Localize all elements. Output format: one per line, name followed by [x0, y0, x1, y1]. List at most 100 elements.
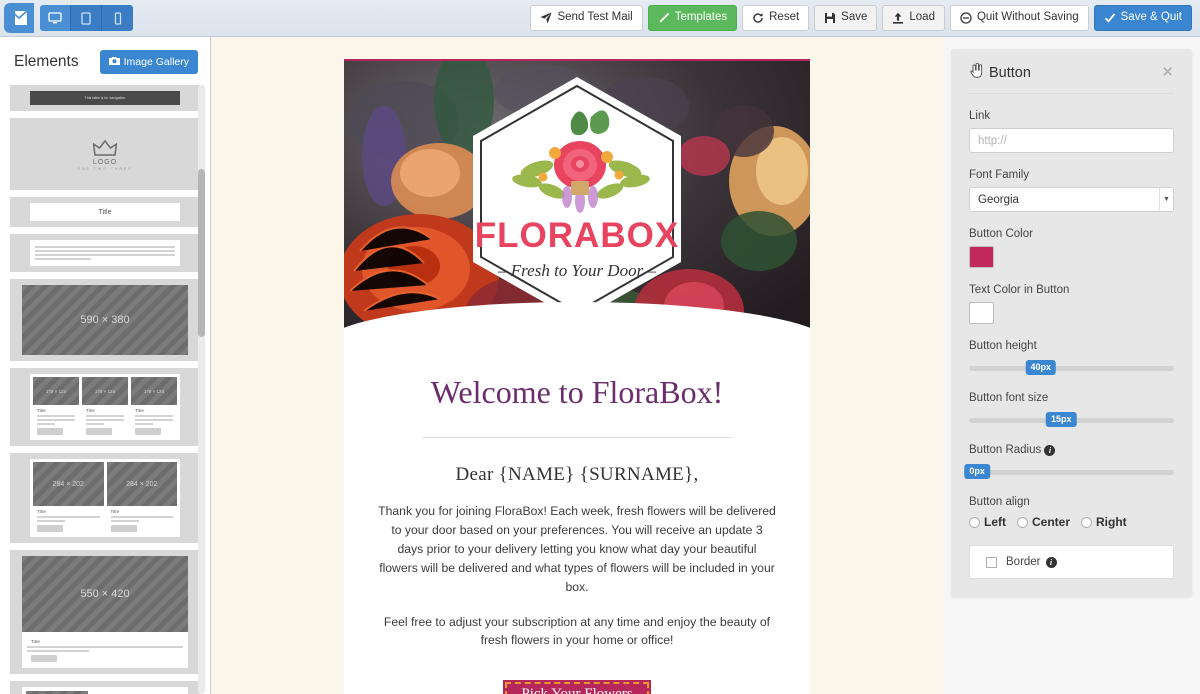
top-toolbar: Send Test Mail Templates Reset Save Load…	[0, 0, 1200, 37]
button-height-slider[interactable]: 40px	[969, 360, 1174, 376]
reset-label: Reset	[769, 11, 800, 24]
column-button	[86, 428, 112, 435]
image-placeholder-label: 178 × 124	[131, 377, 177, 405]
quit-without-saving-label: Quit Without Saving	[976, 11, 1079, 24]
text-line	[35, 254, 175, 256]
text-line	[37, 423, 56, 425]
text-line	[110, 516, 173, 518]
upload-icon	[892, 12, 904, 24]
align-center-radio[interactable]: Center	[1017, 515, 1070, 529]
image-gallery-button[interactable]: Image Gallery	[99, 50, 198, 74]
text-line	[135, 423, 154, 425]
send-test-mail-label: Send Test Mail	[557, 11, 633, 24]
paper-plane-icon	[540, 12, 552, 24]
save-and-quit-button[interactable]: Save & Quit	[1093, 5, 1192, 31]
device-tablet-button[interactable]	[71, 5, 102, 31]
load-button[interactable]: Load	[882, 5, 945, 31]
button-font-size-slider[interactable]: 15px	[969, 412, 1174, 428]
element-thumb-image-text[interactable]: 164 × 124 Titre	[10, 681, 200, 694]
cta-container: Pick Your Flowers	[376, 680, 778, 694]
text-color-swatch[interactable]	[969, 302, 994, 324]
element-thumb-header-bar[interactable]: This table is for navigation	[10, 85, 200, 111]
button-height-value[interactable]: 40px	[1025, 360, 1057, 375]
block-button	[31, 655, 57, 662]
device-preview-toggle	[40, 5, 133, 31]
templates-button[interactable]: Templates	[647, 5, 738, 31]
florabox-hexagon-logo: FLORABOX – Fresh to Your Door –	[473, 76, 681, 321]
button-color-label: Button Color	[969, 228, 1033, 240]
sidebar-title: Elements	[14, 52, 79, 70]
font-family-select[interactable]: Georgia	[969, 187, 1174, 212]
button-properties-panel: Button ✕ Link Font Family Georgia ▼ Butt…	[951, 49, 1192, 597]
device-desktop-button[interactable]	[40, 5, 71, 31]
element-thumb-logo[interactable]: LOGO ONE TWO THREE	[10, 118, 200, 190]
image-placeholder-label: 550 × 420	[22, 556, 188, 632]
text-line	[27, 646, 183, 648]
button-font-size-value[interactable]: 15px	[1045, 412, 1077, 427]
info-icon[interactable]: i	[1044, 445, 1056, 456]
email-salutation[interactable]: Dear {NAME} {SURNAME},	[376, 464, 778, 486]
column-button	[135, 428, 161, 435]
sidebar-scrollbar-thumb[interactable]	[198, 169, 205, 337]
text-line	[37, 520, 66, 522]
border-checkbox[interactable]	[986, 556, 997, 568]
button-radius-value[interactable]: 0px	[964, 464, 990, 479]
element-logo-sub: ONE TWO THREE	[77, 166, 133, 171]
email-headline[interactable]: Welcome to FloraBox!	[376, 374, 778, 411]
check-icon	[1104, 12, 1116, 24]
align-right-radio[interactable]: Right	[1081, 515, 1127, 529]
element-thumb-three-column[interactable]: 178 × 124 Titre 178 × 124 Titre 178 × 12…	[10, 368, 200, 446]
sidebar-scroll-area: This table is for navigation LOGO ONE TW…	[0, 85, 210, 694]
border-option-row[interactable]: Border i	[969, 545, 1174, 579]
image-placeholder-label: 178 × 124	[33, 377, 79, 405]
email-canvas: FLORABOX – Fresh to Your Door – Welcome …	[211, 37, 943, 694]
crown-icon	[93, 139, 117, 156]
reset-button[interactable]: Reset	[742, 5, 810, 31]
save-label: Save	[841, 11, 868, 24]
save-button[interactable]: Save	[814, 5, 878, 31]
hero-section[interactable]: FLORABOX – Fresh to Your Door –	[344, 61, 810, 346]
link-input[interactable]	[969, 128, 1174, 153]
panel-title-text: Button	[989, 64, 1031, 81]
email-paragraph-2[interactable]: Feel free to adjust your subscription at…	[376, 613, 778, 651]
email-paragraph-1[interactable]: Thank you for joining FloraBox! Each wee…	[376, 502, 778, 597]
element-thumb-image-590[interactable]: 590 × 380	[10, 279, 200, 361]
quit-without-saving-button[interactable]: Quit Without Saving	[949, 5, 1089, 31]
envelope-logo-icon	[4, 3, 34, 33]
column: 178 × 124 Titre	[33, 377, 79, 437]
logo-brand-text: FLORABOX	[475, 215, 679, 254]
close-icon[interactable]: ✕	[1161, 65, 1174, 80]
button-color-swatch[interactable]	[969, 246, 994, 268]
text-line	[35, 246, 175, 248]
email-builder-app: Send Test Mail Templates Reset Save Load…	[0, 0, 1200, 694]
slider-rail	[969, 470, 1174, 475]
action-toolbar: Send Test Mail Templates Reset Save Load…	[530, 5, 1192, 31]
text-line	[27, 650, 90, 652]
send-test-mail-button[interactable]: Send Test Mail	[530, 5, 643, 31]
column: 284 × 202 Titre	[106, 462, 177, 534]
radio-dot	[1081, 516, 1093, 528]
column-button	[37, 525, 63, 532]
column-title: Titre	[86, 408, 95, 413]
text-line	[37, 419, 75, 421]
camera-icon	[108, 56, 120, 68]
info-icon[interactable]: i	[1045, 556, 1057, 568]
column: 178 × 124 Titre	[82, 377, 128, 437]
element-thumb-two-column[interactable]: 284 × 202 Titre 284 × 202 Titre	[10, 453, 200, 543]
align-left-radio[interactable]: Left	[969, 515, 1006, 529]
device-mobile-button[interactable]	[102, 5, 133, 31]
element-thumb-image-550[interactable]: 550 × 420 Titre	[10, 550, 200, 674]
element-thumb-text[interactable]	[10, 234, 200, 272]
image-placeholder-label: 284 × 202	[106, 462, 177, 506]
text-color-label: Text Color in Button	[969, 284, 1070, 296]
button-height-label: Button height	[969, 340, 1037, 352]
column: 178 × 124 Titre	[131, 377, 177, 437]
panel-header: Button ✕	[969, 62, 1174, 94]
text-line	[35, 250, 175, 252]
floppy-icon	[824, 12, 836, 24]
radio-dot	[1017, 516, 1028, 528]
button-radius-slider[interactable]: 0px	[964, 464, 1174, 480]
pick-your-flowers-button[interactable]: Pick Your Flowers	[503, 680, 651, 694]
element-thumb-title[interactable]: Title	[10, 197, 200, 227]
column-title: Titre	[135, 408, 144, 413]
